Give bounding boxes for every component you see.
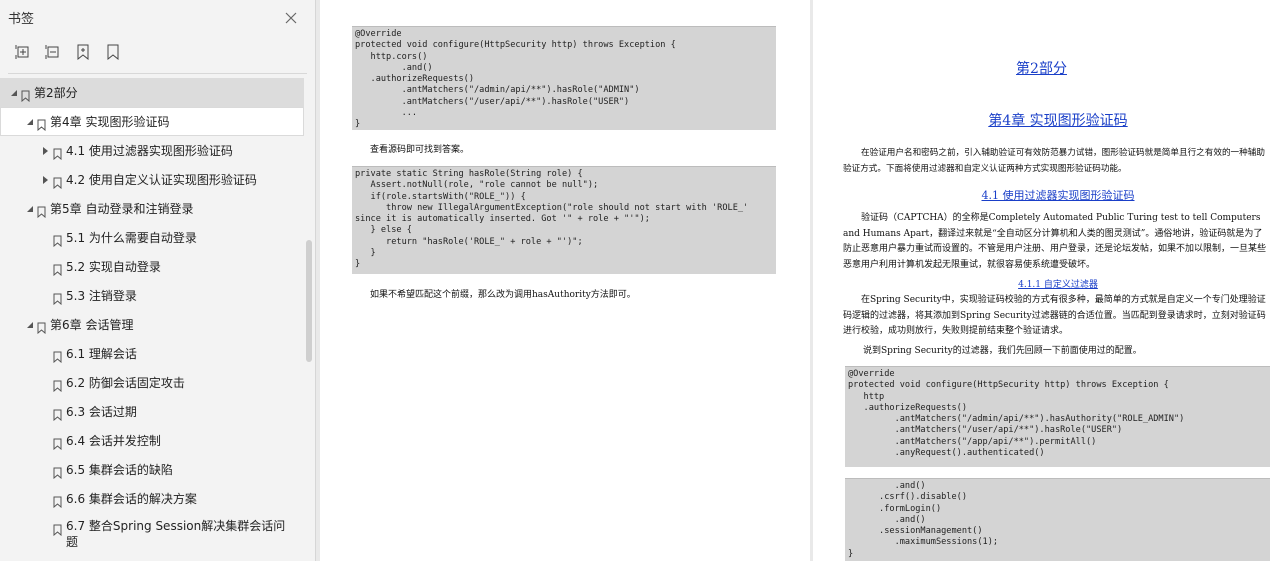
bookmark-label: 第2部分 [34, 86, 78, 100]
toolbar-divider [8, 73, 307, 74]
bookmark-icon [37, 319, 46, 334]
collapse-all-icon[interactable] [44, 43, 62, 61]
chapter-title-link[interactable]: 第4章 实现图形验证码 [813, 110, 1270, 130]
bookmark-item-6-1[interactable]: 6.1 理解会话 [0, 339, 304, 368]
paragraph: 如果不希望匹配这个前缀，那么改为调用hasAuthority方法即可。 [370, 290, 636, 300]
bookmark-item-6-3[interactable]: 6.3 会话过期 [0, 397, 304, 426]
bookmark-item-6-5[interactable]: 6.5 集群会话的缺陷 [0, 455, 304, 484]
bookmark-item-6-2[interactable]: 6.2 防御会话固定攻击 [0, 368, 304, 397]
bookmark-item-chapter5[interactable]: 第5章 自动登录和注销登录 [0, 194, 304, 223]
expanded-triangle-icon[interactable] [26, 321, 34, 329]
sidebar-scrollbar[interactable] [306, 240, 312, 362]
bookmark-item-5-1[interactable]: 5.1 为什么需要自动登录 [0, 223, 304, 252]
code-block: .and() .csrf().disable() .formLogin() .a… [845, 478, 1270, 561]
bookmark-icon [37, 203, 46, 218]
collapsed-triangle-icon[interactable] [41, 175, 49, 184]
bookmark-icon [53, 521, 62, 537]
code-block: private static String hasRole(String rol… [352, 166, 776, 274]
bookmark-item-4-1[interactable]: 4.1 使用过滤器实现图形验证码 [0, 136, 304, 165]
bookmark-label: 6.2 防御会话固定攻击 [66, 376, 185, 390]
bookmarks-panel: 书签 第2部分 第4章 实现图形验证码 4.1 使用过滤器实现图形验证码 4.2… [0, 0, 316, 561]
bookmark-icon [21, 87, 30, 102]
bookmark-label: 6.6 集群会话的解决方案 [66, 492, 197, 506]
intro-paragraph: 在验证用户名和密码之前，引入辅助验证可有效防范暴力试错，图形验证码就是简单且行之… [843, 148, 1265, 174]
bookmark-icon [53, 493, 62, 508]
paragraph: 查看源码即可找到答案。 [370, 145, 470, 155]
bookmark-icon [53, 261, 62, 276]
bookmark-icon [53, 145, 62, 160]
bookmark-label: 5.2 实现自动登录 [66, 260, 161, 274]
bookmarks-panel-title: 书签 [8, 12, 35, 27]
bookmark-icon [53, 464, 62, 479]
code-block: @Override protected void configure(HttpS… [352, 26, 776, 130]
section-4-1-link[interactable]: 4.1 使用过滤器实现图形验证码 [813, 187, 1270, 203]
bookmark-icon [53, 290, 62, 305]
bookmark-item-6-4[interactable]: 6.4 会话并发控制 [0, 426, 304, 455]
bookmark-label: 5.1 为什么需要自动登录 [66, 231, 197, 245]
close-icon[interactable] [284, 10, 298, 24]
document-page-right: 第2部分 第4章 实现图形验证码 在验证用户名和密码之前，引入辅助验证可有效防范… [813, 0, 1270, 561]
bookmark-label: 5.3 注销登录 [66, 289, 137, 303]
add-bookmark-icon[interactable] [74, 43, 92, 61]
document-page-left: @Override protected void configure(HttpS… [320, 0, 810, 561]
paragraph: 验证码（CAPTCHA）的全称是Completely Automated Pub… [843, 213, 1267, 270]
expanded-triangle-icon[interactable] [26, 118, 34, 126]
expanded-triangle-icon[interactable] [26, 205, 34, 213]
expand-all-icon[interactable] [14, 43, 32, 61]
bookmark-item-4-2[interactable]: 4.2 使用自定义认证实现图形验证码 [0, 165, 304, 194]
bookmark-label: 6.4 会话并发控制 [66, 434, 161, 448]
bookmark-icon[interactable] [104, 43, 122, 61]
part-title-link[interactable]: 第2部分 [813, 58, 1270, 78]
expanded-triangle-icon[interactable] [10, 89, 18, 97]
bookmark-toolbar [14, 43, 122, 63]
bookmark-label: 4.2 使用自定义认证实现图形验证码 [66, 173, 257, 187]
section-4-1-1-link[interactable]: 4.1.1 自定义过滤器 [813, 277, 1270, 290]
bookmark-icon [53, 377, 62, 392]
bookmark-icon [53, 232, 62, 247]
bookmark-label: 第4章 实现图形验证码 [50, 115, 170, 129]
bookmark-item-5-2[interactable]: 5.2 实现自动登录 [0, 252, 304, 281]
bookmark-label: 第5章 自动登录和注销登录 [50, 202, 194, 216]
bookmark-label: 6.5 集群会话的缺陷 [66, 463, 173, 477]
collapsed-triangle-icon[interactable] [41, 146, 49, 155]
bookmark-icon [53, 174, 62, 189]
bookmark-icon [53, 406, 62, 421]
bookmark-icon [53, 435, 62, 450]
bookmark-item-6-6[interactable]: 6.6 集群会话的解决方案 [0, 484, 304, 513]
bookmark-item-chapter6[interactable]: 第6章 会话管理 [0, 310, 304, 339]
bookmark-label: 6.3 会话过期 [66, 405, 137, 419]
bookmark-item-6-7[interactable]: 6.7 整合Spring Session解决集群会话问题 [0, 513, 304, 553]
bookmark-label: 4.1 使用过滤器实现图形验证码 [66, 144, 233, 158]
bookmark-tree: 第2部分 第4章 实现图形验证码 4.1 使用过滤器实现图形验证码 4.2 使用… [0, 78, 304, 553]
paragraph: 说到Spring Security的过滤器，我们先回顾一下前面使用过的配置。 [863, 346, 1142, 356]
code-block: @Override protected void configure(HttpS… [845, 366, 1270, 467]
bookmark-label: 6.1 理解会话 [66, 347, 137, 361]
bookmark-item-chapter4[interactable]: 第4章 实现图形验证码 [0, 107, 304, 136]
bookmark-item-5-3[interactable]: 5.3 注销登录 [0, 281, 304, 310]
bookmark-item-part2[interactable]: 第2部分 [0, 78, 304, 107]
bookmark-icon [37, 116, 46, 131]
bookmark-icon [53, 348, 62, 363]
bookmark-label: 第6章 会话管理 [50, 318, 134, 332]
paragraph: 在Spring Security中，实现验证码校验的方式有很多种，最简单的方式就… [843, 295, 1266, 336]
bookmark-label: 6.7 整合Spring Session解决集群会话问题 [66, 519, 286, 549]
